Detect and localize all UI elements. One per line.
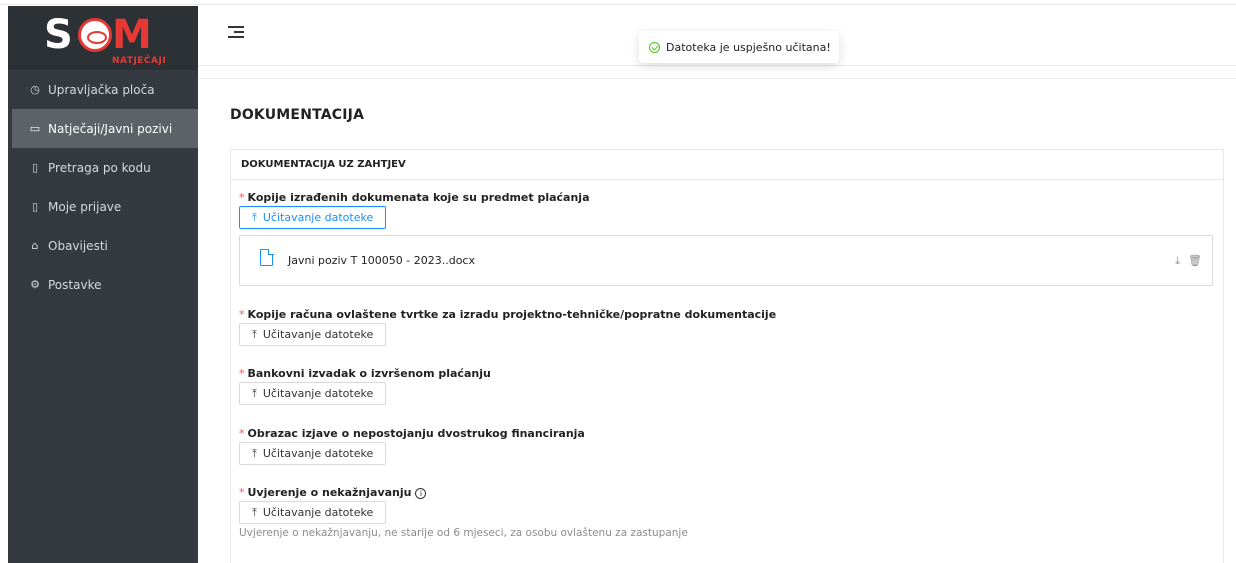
- sidebar-item-pretraga[interactable]: ▯ Pretraga po kodu: [8, 148, 198, 187]
- divider: [198, 78, 1236, 79]
- upload-button[interactable]: ⤒ Učitavanje datoteke: [239, 206, 387, 229]
- sidebar-item-label: Natječaji/Javni pozivi: [48, 121, 173, 136]
- download-icon[interactable]: ⤓: [1175, 254, 1180, 268]
- upload-button[interactable]: ⤒ Učitavanje datoteke: [239, 442, 387, 465]
- top-edge: [0, 0, 1236, 5]
- upload-icon: ⤒: [252, 505, 257, 519]
- upload-icon: ⤒: [252, 327, 257, 341]
- uploaded-file-item: Javni poziv T 100050 - 2023..docx ⤓ 🗑: [239, 235, 1213, 286]
- card-header: DOKUMENTACIJA UZ ZAHTJEV: [231, 150, 1223, 180]
- upload-button[interactable]: ⤒ Učitavanje datoteke: [239, 501, 387, 524]
- sidebar-item-prijave[interactable]: ▯ Moje prijave: [8, 187, 198, 226]
- upload-icon: ⤒: [252, 446, 257, 460]
- file-actions: ⤓ 🗑: [1175, 254, 1202, 268]
- field-label: * Kopije izrađenih dokumenata koje su pre…: [239, 191, 590, 204]
- dashboard-icon: ◷: [30, 83, 40, 96]
- field-label: * Obrazac izjave o nepostojanju dvostruko…: [239, 427, 585, 440]
- page-title: DOKUMENTACIJA: [230, 107, 365, 123]
- menu-fold-icon[interactable]: [228, 26, 244, 40]
- sidebar: S M NATJEČAJI ◷ Upravljačka ploča ▭ Natj…: [8, 6, 198, 563]
- delete-icon[interactable]: 🗑: [1188, 254, 1202, 268]
- file-icon: ▯: [31, 161, 39, 174]
- required-mark: *: [239, 191, 245, 204]
- check-circle-icon: [649, 41, 660, 53]
- sidebar-item-label: Postavke: [48, 277, 102, 292]
- toast-message: Datoteka je uspješno učitana!: [666, 40, 831, 54]
- field-label: * Bankovni izvadak o izvršenom plaćanju: [239, 367, 491, 380]
- info-icon[interactable]: i: [415, 488, 427, 499]
- gear-icon: ⚙: [30, 278, 40, 291]
- logo-letter-s: S: [44, 12, 73, 58]
- sidebar-item-natjecaji[interactable]: ▭ Natječaji/Javni pozivi: [12, 109, 198, 148]
- logo-eye-icon: [78, 18, 112, 52]
- upload-button[interactable]: ⤒ Učitavanje datoteke: [239, 382, 387, 405]
- file-text-icon: ▯: [31, 200, 39, 213]
- folder-open-icon: ▭: [29, 122, 41, 135]
- sidebar-item-postavke[interactable]: ⚙ Postavke: [8, 265, 198, 304]
- upload-icon: ⤒: [252, 386, 257, 400]
- sidebar-item-label: Upravljačka ploča: [48, 82, 155, 97]
- bell-icon: ⌂: [31, 239, 39, 252]
- logo-letter-m: M: [112, 12, 152, 58]
- file-name[interactable]: Javni poziv T 100050 - 2023..docx: [288, 254, 475, 267]
- documentation-card: DOKUMENTACIJA UZ ZAHTJEV * Kopije izrađen…: [230, 149, 1224, 563]
- sidebar-item-label: Moje prijave: [48, 199, 122, 214]
- field-label: * Kopije računa ovlaštene tvrtke za izrad…: [239, 308, 777, 321]
- sidebar-item-obavijesti[interactable]: ⌂ Obavijesti: [8, 226, 198, 265]
- logo[interactable]: S M NATJEČAJI: [8, 6, 198, 70]
- field-label: * Uvjerenje o nekažnjavanju i: [239, 486, 427, 499]
- file-icon: [260, 248, 274, 266]
- upload-button[interactable]: ⤒ Učitavanje datoteke: [239, 323, 387, 346]
- sidebar-item-label: Pretraga po kodu: [48, 160, 151, 175]
- field-help-text: Uvjerenje o nekažnjavanju, ne starije od…: [239, 527, 688, 539]
- sidebar-item-dashboard[interactable]: ◷ Upravljačka ploča: [8, 70, 198, 109]
- success-toast: Datoteka je uspješno učitana!: [639, 31, 839, 63]
- logo-subtitle: NATJEČAJI: [112, 56, 167, 66]
- app-root: S M NATJEČAJI ◷ Upravljačka ploča ▭ Natj…: [0, 0, 1236, 563]
- sidebar-item-label: Obavijesti: [48, 238, 108, 253]
- upload-icon: ⤒: [252, 210, 257, 224]
